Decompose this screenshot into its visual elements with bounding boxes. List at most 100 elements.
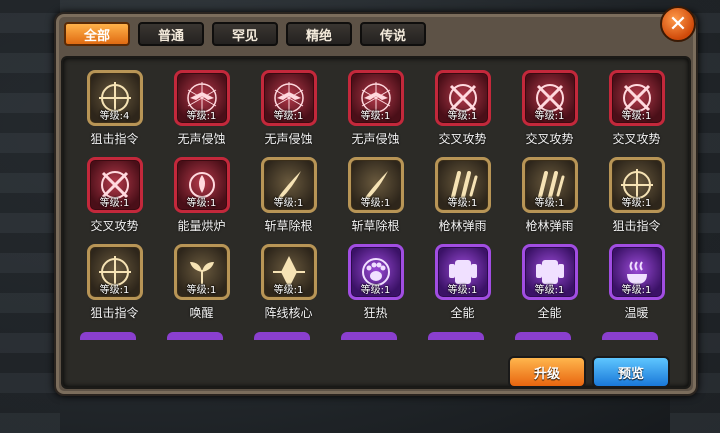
skill-icon-frame: 等级:1 xyxy=(608,70,665,126)
skill-icon-frame: 等级:4 xyxy=(86,70,143,126)
partial-skill-card xyxy=(602,332,658,340)
skill-level: 等级:1 xyxy=(360,285,391,296)
skill-level: 等级:1 xyxy=(534,198,565,209)
partial-skill-card xyxy=(80,332,136,340)
skill-icon-frame: 等级:1 xyxy=(86,157,143,213)
skill-name: 交叉攻势 xyxy=(438,132,487,146)
skill-card[interactable]: 等级:1 狂热 xyxy=(332,244,419,331)
tab-rare[interactable]: 罕见 xyxy=(212,22,278,46)
skill-card[interactable]: 等级:1 无声侵蚀 xyxy=(245,70,332,157)
partial-skill-card xyxy=(515,332,571,340)
skill-icon-frame: 等级:1 xyxy=(86,244,143,300)
skill-icon-frame: 等级:1 xyxy=(521,157,578,213)
skill-level: 等级:1 xyxy=(360,198,391,209)
skill-level: 等级:1 xyxy=(447,111,478,122)
skill-level: 等级:1 xyxy=(447,285,478,296)
skill-card[interactable]: 等级:1 交叉攻势 xyxy=(419,70,506,157)
skill-name: 狙击指令 xyxy=(612,219,661,233)
skill-card[interactable]: 等级:1 温暖 xyxy=(593,244,680,331)
skill-level: 等级:1 xyxy=(534,111,565,122)
skill-icon-frame: 等级:1 xyxy=(608,244,665,300)
skill-card[interactable]: 等级:1 交叉攻势 xyxy=(71,157,158,244)
skill-name: 阵线核心 xyxy=(264,306,313,320)
skill-grid: 等级:4 狙击指令 等级:1 无声侵蚀 等级:1 无声侵蚀 等级:1 无声侵蚀 等级:1 交叉攻势… xyxy=(71,70,671,331)
tab-all[interactable]: 全部 xyxy=(64,22,130,46)
skill-card[interactable]: 等级:1 交叉攻势 xyxy=(593,70,680,157)
skill-icon-frame: 等级:1 xyxy=(434,70,491,126)
skill-icon-frame: 等级:1 xyxy=(347,70,404,126)
skill-card[interactable]: 等级:1 无声侵蚀 xyxy=(158,70,245,157)
skill-level: 等级:1 xyxy=(186,285,217,296)
skill-card[interactable]: 等级:1 斩草除根 xyxy=(245,157,332,244)
skill-level: 等级:1 xyxy=(186,111,217,122)
tab-epic[interactable]: 精绝 xyxy=(286,22,352,46)
partial-skill-card xyxy=(254,332,310,340)
skill-name: 狙击指令 xyxy=(90,306,139,320)
skill-name: 交叉攻势 xyxy=(525,132,574,146)
skill-name: 全能 xyxy=(537,306,562,320)
skill-card[interactable]: 等级:1 全能 xyxy=(419,244,506,331)
skill-name: 能量烘炉 xyxy=(177,219,226,233)
skill-name: 交叉攻势 xyxy=(90,219,139,233)
skill-icon-frame: 等级:1 xyxy=(608,157,665,213)
skill-name: 斩草除根 xyxy=(264,219,313,233)
skill-card[interactable]: 等级:1 斩草除根 xyxy=(332,157,419,244)
upgrade-button[interactable]: 升级 xyxy=(508,356,586,388)
skill-name: 无声侵蚀 xyxy=(177,132,226,146)
skill-level: 等级:1 xyxy=(99,285,130,296)
partial-skill-card xyxy=(428,332,484,340)
skill-card[interactable]: 等级:1 唤醒 xyxy=(158,244,245,331)
skill-icon-frame: 等级:1 xyxy=(260,157,317,213)
skill-icon-frame: 等级:1 xyxy=(434,157,491,213)
preview-button[interactable]: 预览 xyxy=(592,356,670,388)
skill-level: 等级:1 xyxy=(621,285,652,296)
skill-card[interactable]: 等级:1 无声侵蚀 xyxy=(332,70,419,157)
skill-name: 斩草除根 xyxy=(351,219,400,233)
skill-card[interactable]: 等级:1 交叉攻势 xyxy=(506,70,593,157)
skill-card[interactable]: 等级:1 全能 xyxy=(506,244,593,331)
skill-card[interactable]: 等级:1 枪林弹雨 xyxy=(506,157,593,244)
skill-level: 等级:1 xyxy=(99,198,130,209)
skill-name: 无声侵蚀 xyxy=(264,132,313,146)
skill-level: 等级:1 xyxy=(273,111,304,122)
background-wall-left xyxy=(0,0,60,433)
skill-icon-frame: 等级:1 xyxy=(347,157,404,213)
skill-card[interactable]: 等级:1 枪林弹雨 xyxy=(419,157,506,244)
skill-icon-frame: 等级:1 xyxy=(173,157,230,213)
skill-icon-frame: 等级:1 xyxy=(434,244,491,300)
skill-name: 温暖 xyxy=(624,306,649,320)
skill-icon-frame: 等级:1 xyxy=(521,244,578,300)
skill-card[interactable]: 等级:4 狙击指令 xyxy=(71,70,158,157)
skill-name: 狙击指令 xyxy=(90,132,139,146)
skill-card[interactable]: 等级:1 狙击指令 xyxy=(71,244,158,331)
rarity-tabs: 全部 普通 罕见 精绝 传说 xyxy=(64,22,426,46)
skill-level: 等级:1 xyxy=(447,198,478,209)
tab-common[interactable]: 普通 xyxy=(138,22,204,46)
skill-level: 等级:1 xyxy=(621,198,652,209)
skill-card[interactable]: 等级:1 狙击指令 xyxy=(593,157,680,244)
skill-name: 无声侵蚀 xyxy=(351,132,400,146)
partial-skill-card xyxy=(341,332,397,340)
skill-level: 等级:1 xyxy=(360,111,391,122)
tab-legendary[interactable]: 传说 xyxy=(360,22,426,46)
partial-skill-card xyxy=(167,332,223,340)
skill-icon-frame: 等级:1 xyxy=(173,244,230,300)
skill-name: 唤醒 xyxy=(189,306,214,320)
close-button[interactable]: ✕ xyxy=(660,6,696,42)
skill-icon-frame: 等级:1 xyxy=(260,70,317,126)
skill-level: 等级:1 xyxy=(621,111,652,122)
skill-name: 狂热 xyxy=(363,306,388,320)
skill-name: 全能 xyxy=(450,306,475,320)
skill-card[interactable]: 等级:1 能量烘炉 xyxy=(158,157,245,244)
skill-card[interactable]: 等级:1 阵线核心 xyxy=(245,244,332,331)
skill-level: 等级:1 xyxy=(273,285,304,296)
close-icon: ✕ xyxy=(668,11,688,37)
skill-icon-frame: 等级:1 xyxy=(521,70,578,126)
skill-level: 等级:1 xyxy=(186,198,217,209)
skill-icon-frame: 等级:1 xyxy=(347,244,404,300)
skill-level: 等级:1 xyxy=(534,285,565,296)
skill-level: 等级:1 xyxy=(273,198,304,209)
skill-level: 等级:4 xyxy=(99,111,130,122)
skill-icon-frame: 等级:1 xyxy=(173,70,230,126)
skill-name: 交叉攻势 xyxy=(612,132,661,146)
